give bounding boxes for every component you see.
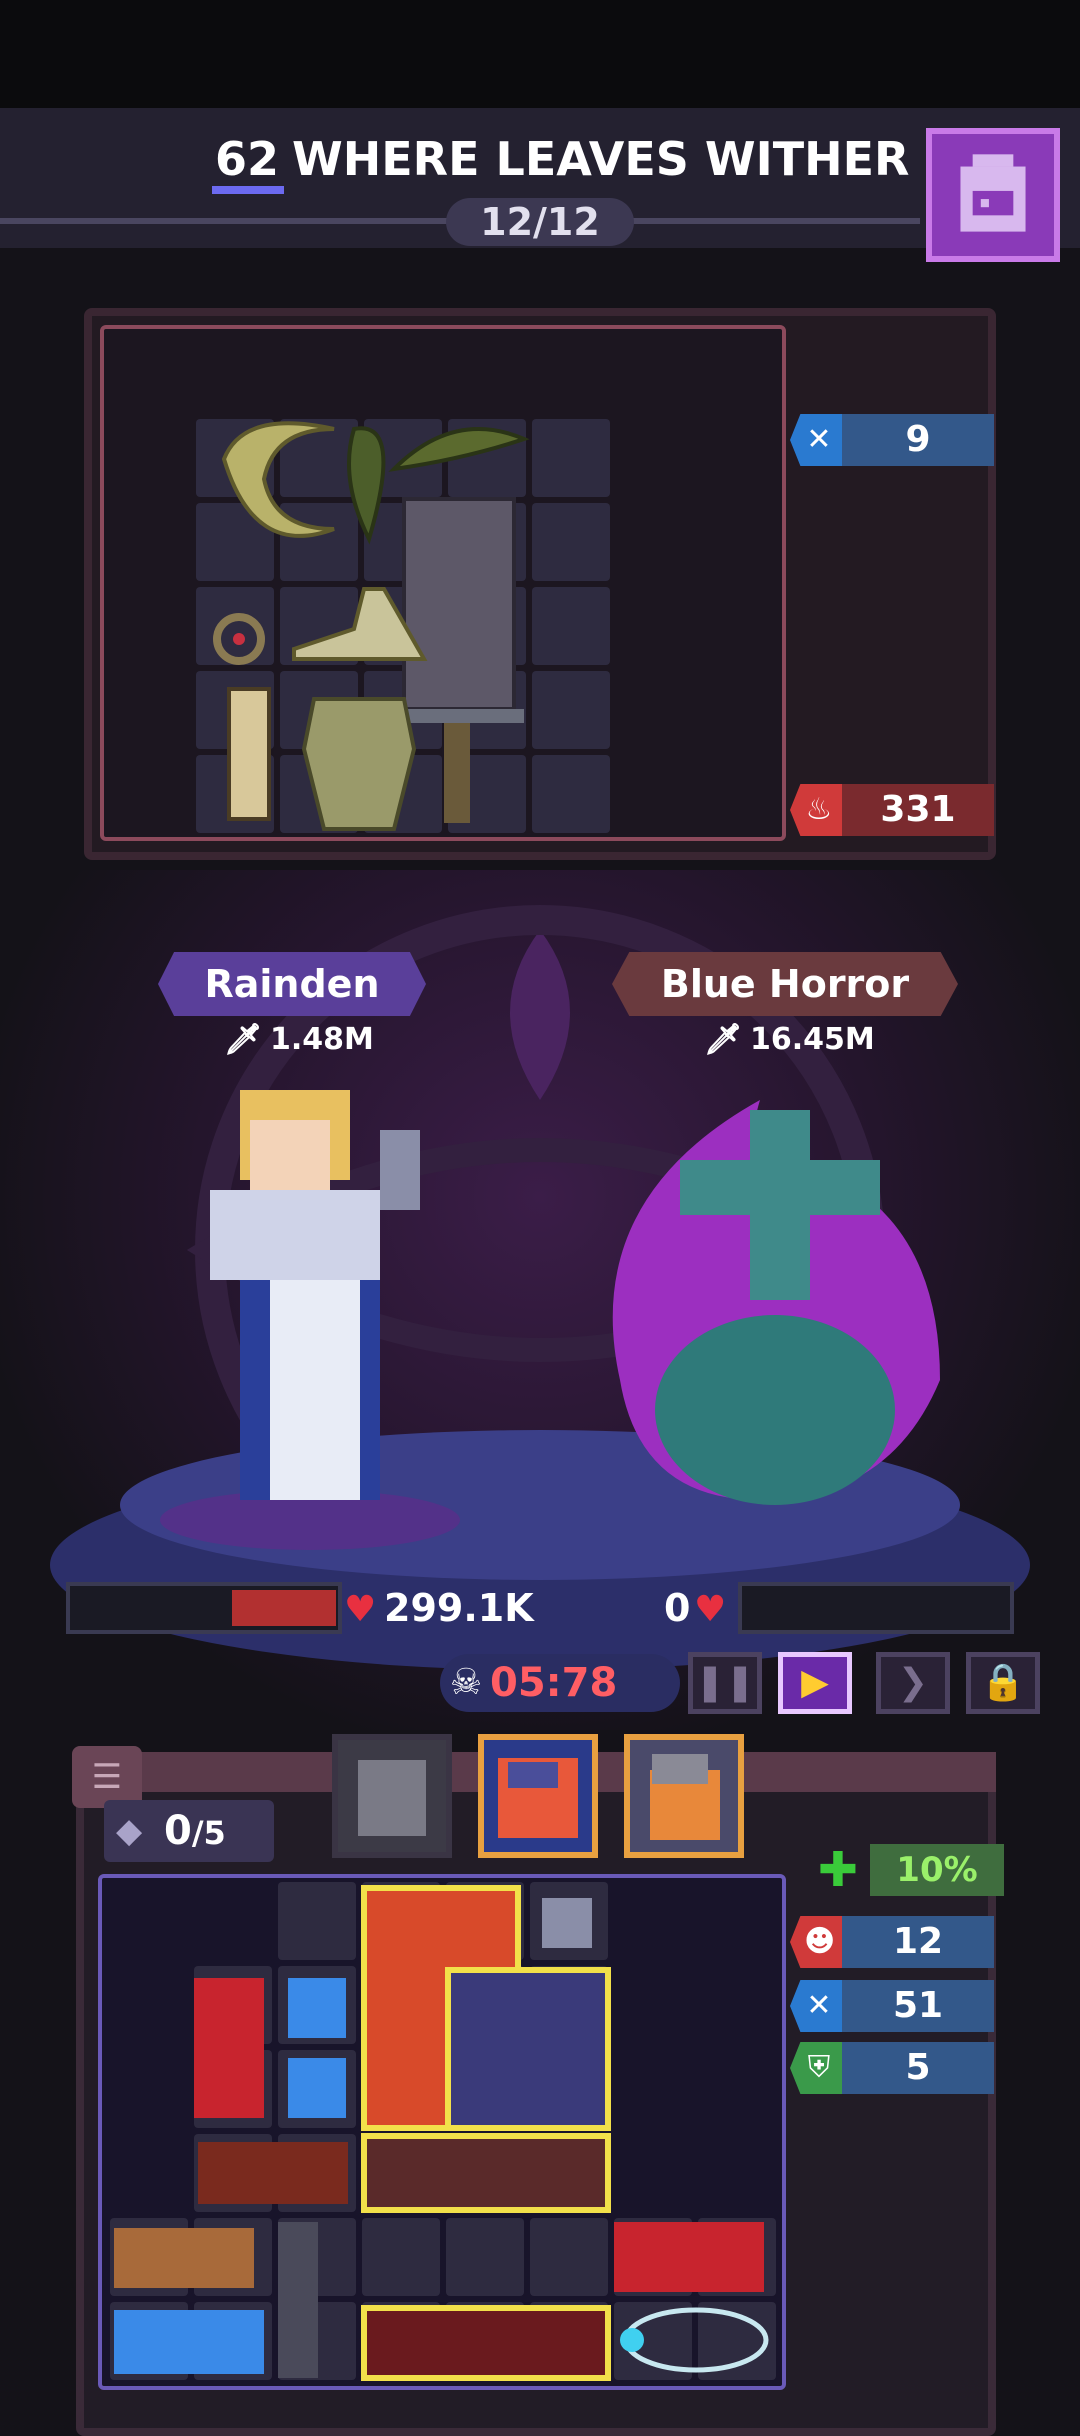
blue-glove-item: [288, 1978, 346, 2038]
wood-shield-item: [114, 2228, 254, 2288]
defense-stat: ⛨ 5: [790, 2042, 1004, 2094]
backpack-icon: [960, 154, 1026, 232]
player-power-icon: 🗡: [224, 1022, 263, 1057]
lock-icon: 🔒: [980, 1662, 1026, 1703]
pause-icon: ❚❚: [694, 1662, 756, 1703]
cleaver-guard-item: [404, 709, 524, 723]
pause-button[interactable]: ❚❚: [688, 1652, 762, 1714]
level-number: 62: [214, 132, 279, 186]
pet-portrait-dragon: [498, 1758, 578, 1838]
blue-flame-item: [114, 2310, 264, 2374]
play-button[interactable]: ▶: [778, 1652, 852, 1714]
enemy-crit-stat: ✕ 9: [790, 414, 1004, 466]
status-bar-area: [0, 0, 1080, 108]
enemy-hp: 0: [664, 1586, 691, 1630]
crescent-horn-item: [221, 421, 335, 538]
rage-icon: ♨: [805, 792, 833, 827]
skull-icon: ☠: [449, 1662, 483, 1703]
cyan-orb-item: [623, 2307, 769, 2373]
slots-used: 0: [164, 1808, 192, 1854]
red-sword-item: [361, 2305, 611, 2381]
red-cloak-item: [194, 1978, 264, 2118]
pet-portrait-fox: [650, 1754, 720, 1840]
black-blade-item: [278, 2222, 318, 2378]
enemy-crit-value: 9: [842, 414, 994, 466]
pet-slot-2[interactable]: [478, 1734, 598, 1858]
silver-helm-item: [542, 1898, 592, 1948]
enemy-tombstone-sprite: [612, 1100, 940, 1505]
monster-face-icon: ☻: [804, 1924, 836, 1959]
play-icon: ▶: [801, 1662, 829, 1703]
heart-icon: ♥: [344, 1589, 377, 1630]
enemy-inventory-grid: [100, 325, 786, 841]
red-dragon-item: [614, 2222, 764, 2292]
heart-icon: ♥: [694, 1589, 727, 1630]
regen-stat: 10%: [870, 1844, 1004, 1896]
shield-icon: ⛨: [807, 2050, 831, 2085]
claw-item: [388, 427, 530, 472]
enemy-nameplate: Blue Horror: [612, 952, 958, 1016]
horn-item: [347, 426, 386, 545]
enemy-power-icon: 🗡: [704, 1022, 743, 1057]
shadow-cat-item: [445, 1967, 611, 2131]
red-gem-item: [198, 2142, 348, 2204]
battle-timer: 05:78: [490, 1660, 618, 1706]
pet-slot-3[interactable]: [624, 1734, 744, 1858]
backpack-button[interactable]: [926, 128, 1060, 262]
crit-stat: ✕ 51: [790, 1980, 1004, 2032]
crossed-swords-icon: ✕: [806, 422, 832, 457]
chevron-right-icon: ❯: [897, 1662, 929, 1703]
enemy-items: [213, 421, 530, 831]
bag-menu-button[interactable]: ☰: [72, 1746, 142, 1808]
attack-stat: ☻ 12: [790, 1916, 1004, 1968]
stage-counter: 12/12: [446, 198, 634, 246]
armor-item: [301, 697, 417, 831]
dagger-item: [227, 687, 271, 821]
player-items: [114, 1885, 769, 2381]
crossed-swords-icon: ✕: [806, 1988, 832, 2023]
slot-counter-text: 0/5: [164, 1800, 226, 1864]
player-power: 1.48M: [270, 1022, 374, 1057]
lock-button[interactable]: 🔒: [966, 1652, 1040, 1714]
crit-value: 51: [842, 1980, 994, 2032]
player-nameplate: Rainden: [158, 952, 426, 1016]
cleaver-handle-item: [444, 723, 470, 823]
player-hero-sprite: [160, 1090, 460, 1550]
player-hp-fill: [232, 1590, 336, 1626]
enemy-rage-stat: ♨ 331: [790, 784, 1004, 836]
fast-forward-button[interactable]: ❯: [876, 1652, 950, 1714]
slots-total: /5: [191, 1814, 226, 1852]
player-hp: 299.1K: [384, 1586, 534, 1630]
flame-bar-item: [361, 2133, 611, 2213]
attack-value: 12: [842, 1916, 994, 1968]
level-underline: [212, 186, 284, 194]
enemy-hp-bar: [738, 1582, 1014, 1634]
enemy-power: 16.45M: [750, 1022, 875, 1057]
blue-glove-item: [288, 2058, 346, 2118]
player-inventory-grid[interactable]: [98, 1874, 786, 2390]
level-title: WHERE LEAVES WITHER: [292, 132, 910, 186]
cleaver-blade-item: [402, 497, 516, 711]
health-plus-icon: ✚: [817, 1842, 859, 1898]
pet-portrait-locked: [358, 1760, 426, 1836]
enemy-rage-value: 331: [842, 784, 994, 836]
pet-slot-1[interactable]: [332, 1734, 452, 1858]
defense-value: 5: [842, 2042, 994, 2094]
gem-icon: ◆: [116, 1811, 143, 1851]
list-icon: ☰: [91, 1757, 123, 1797]
